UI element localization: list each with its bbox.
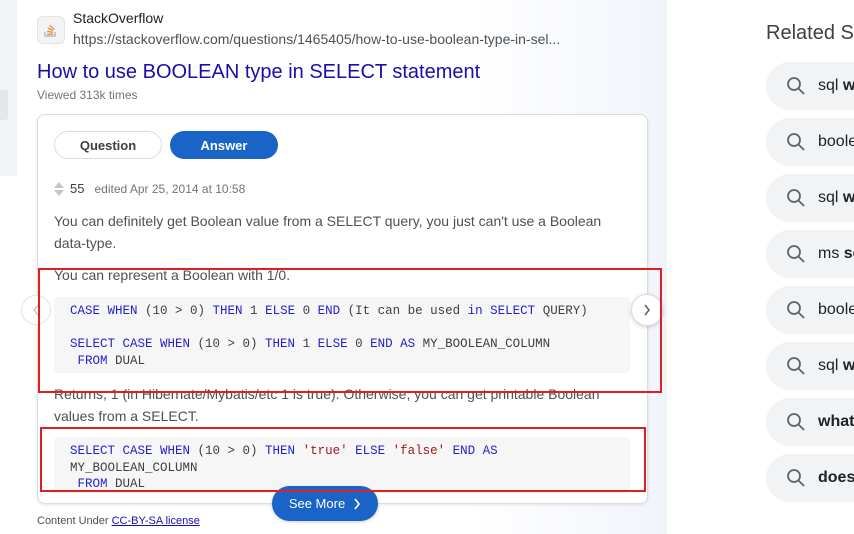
- related-search-prefix: ms: [818, 245, 844, 262]
- related-search-text: sql w: [818, 77, 854, 95]
- search-icon: [786, 412, 806, 432]
- related-search-bold: w: [842, 357, 854, 374]
- search-icon: [786, 300, 806, 320]
- stackoverflow-icon: [37, 16, 65, 44]
- related-search-item[interactable]: does: [766, 454, 854, 502]
- related-search-text: does: [818, 469, 854, 487]
- related-search-bold: w: [842, 189, 854, 206]
- related-search-item[interactable]: sql w: [766, 62, 854, 110]
- search-icon: [786, 188, 806, 208]
- edited-date: edited Apr 25, 2014 at 10:58: [94, 181, 246, 196]
- related-search-item[interactable]: boole: [766, 118, 854, 166]
- search-icon: [786, 132, 806, 152]
- tab-answer[interactable]: Answer: [170, 131, 278, 159]
- vote-arrows-icon: [54, 181, 64, 196]
- chevron-right-icon: [354, 498, 361, 509]
- related-search-bold: se: [843, 245, 854, 262]
- related-search-item[interactable]: sql w: [766, 342, 854, 390]
- related-search-item[interactable]: boole: [766, 286, 854, 334]
- related-search-item[interactable]: what: [766, 398, 854, 446]
- page-root: StackOverflow https://stackoverflow.com/…: [0, 0, 854, 534]
- left-panel-edge: [0, 0, 17, 176]
- site-name: StackOverflow: [73, 10, 164, 26]
- related-search-text: sql w: [818, 357, 854, 375]
- related-search-prefix: boole: [818, 301, 854, 318]
- search-icon: [786, 76, 806, 96]
- see-more-label: See More: [288, 496, 346, 511]
- related-search-text: boole: [818, 133, 854, 151]
- related-search-text: what: [818, 413, 854, 431]
- related-search-prefix: sql: [818, 77, 843, 94]
- related-search-prefix: boole: [818, 133, 854, 150]
- search-icon: [786, 468, 806, 488]
- tab-question[interactable]: Question: [54, 131, 162, 159]
- related-search-text: boole: [818, 301, 854, 319]
- license-note: Content Under CC-BY-SA license: [37, 515, 200, 527]
- related-search-text: ms se: [818, 245, 854, 263]
- related-search-item[interactable]: ms se: [766, 230, 854, 278]
- related-search-item[interactable]: sql w: [766, 174, 854, 222]
- related-search-text: sql w: [818, 189, 854, 207]
- result-url[interactable]: https://stackoverflow.com/questions/1465…: [73, 28, 560, 50]
- search-icon: [786, 356, 806, 376]
- license-prefix: Content Under: [37, 515, 109, 527]
- related-search-bold: what: [818, 413, 854, 430]
- related-search-bold: does: [818, 469, 854, 486]
- search-icon: [786, 244, 806, 264]
- result-source[interactable]: StackOverflow https://stackoverflow.com/…: [37, 8, 560, 50]
- license-link[interactable]: CC-BY-SA license: [112, 515, 200, 527]
- highlight-box: [38, 268, 662, 393]
- related-searches-title: Related Se: [766, 22, 854, 44]
- answer-paragraph: You can definitely get Boolean value fro…: [54, 213, 602, 251]
- related-search-bold: w: [842, 77, 854, 94]
- vote-count: 55: [70, 181, 85, 196]
- view-count: Viewed 313k times: [37, 88, 138, 102]
- related-search-prefix: sql: [818, 189, 843, 206]
- answer-meta: 55 edited Apr 25, 2014 at 10:58: [54, 181, 245, 196]
- related-search-prefix: sql: [818, 357, 843, 374]
- highlight-box: [40, 427, 646, 492]
- result-title-link[interactable]: How to use BOOLEAN type in SELECT statem…: [37, 61, 480, 84]
- left-panel-tab: [0, 90, 8, 120]
